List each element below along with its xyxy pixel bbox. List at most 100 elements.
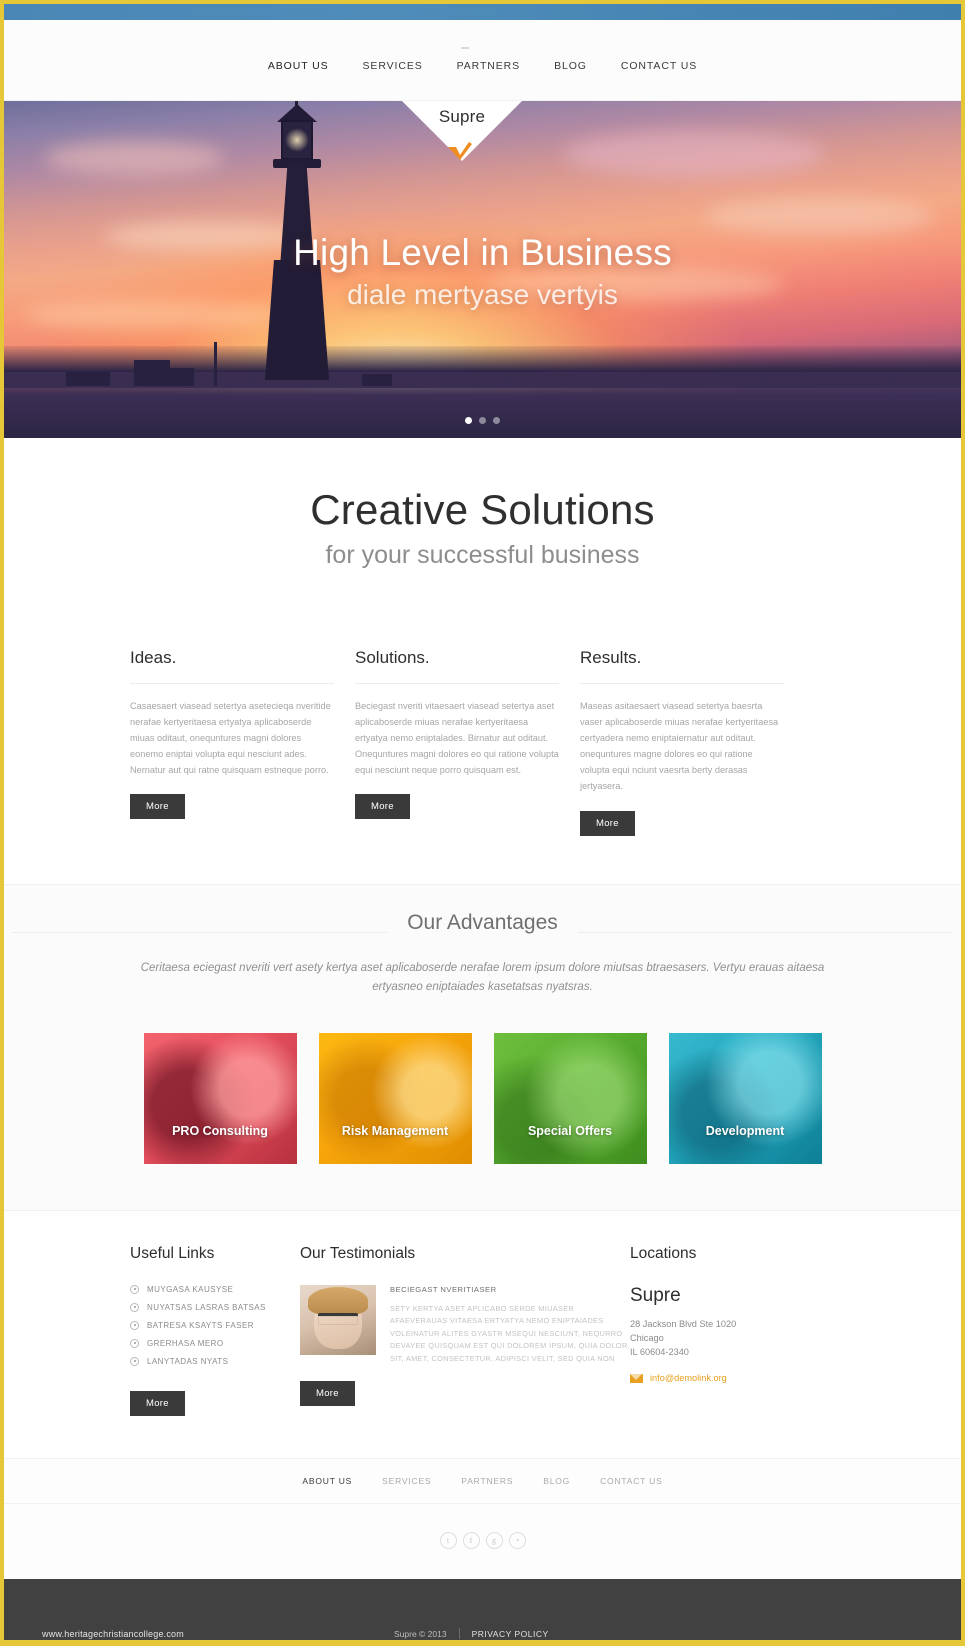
privacy-policy-link[interactable]: PRIVACY POLICY	[472, 1629, 549, 1639]
column-text: Beciegast nveriti vitaesaert viasead set…	[355, 701, 559, 776]
slider-dot-3[interactable]	[493, 417, 500, 424]
link-label: MUYGASA KAUSYSE	[147, 1284, 234, 1294]
link-label: LANYTADAS NYATS	[147, 1356, 229, 1366]
address-line-3: IL 60604-2340	[630, 1347, 689, 1357]
divider	[458, 1628, 460, 1639]
tile-special-offers[interactable]: Special Offers	[493, 1032, 647, 1164]
footer-locations: Locations Supre 28 Jackson Blvd Ste 1020…	[630, 1245, 830, 1416]
slider-dot-1[interactable]	[465, 417, 472, 424]
link-label: GRERHASA MERO	[147, 1338, 224, 1348]
facebook-icon[interactable]: f	[462, 1531, 480, 1549]
more-button-testimonials[interactable]: More	[300, 1381, 355, 1407]
list-item[interactable]: LANYTADAS NYATS	[130, 1356, 300, 1366]
more-button-ideas[interactable]: More	[130, 794, 185, 820]
footer-website-url: www.heritagechristiancollege.com	[42, 1628, 184, 1639]
email-link[interactable]: info@demolink.org	[630, 1373, 830, 1383]
tile-development[interactable]: Development	[668, 1032, 822, 1164]
intro-section: Creative Solutions for your successful b…	[4, 438, 961, 570]
tile-label: Special Offers	[527, 1123, 613, 1138]
address-line-1: 28 Jackson Blvd Ste 1020	[630, 1318, 737, 1329]
building-silhouette	[170, 368, 194, 386]
hero-banner: High Level in Business diale mertyase ve…	[4, 101, 961, 438]
testimonial-item: BECIEGAST NVERITIASER SETY KERTYA ASET A…	[300, 1284, 630, 1366]
testimonial-body: BECIEGAST NVERITIASER SETY KERTYA ASET A…	[390, 1285, 630, 1366]
cloud-shape	[704, 197, 934, 235]
twitter-icon[interactable]: t	[439, 1531, 457, 1549]
avatar-hair	[308, 1286, 368, 1315]
footer-legal: Supre © 2013 PRIVACY POLICY	[394, 1628, 549, 1639]
antenna-silhouette	[214, 342, 217, 386]
advantages-section: Our Advantages Ceritaesa eciegast nverit…	[4, 883, 961, 1210]
page-title: Creative Solutions	[310, 486, 655, 533]
nav-decorative-dot	[461, 47, 469, 49]
page-frame: ABOUT US SERVICES PARTNERS BLOG CONTACT …	[0, 0, 965, 1646]
tile-image	[668, 1032, 822, 1164]
footer-useful-links: Useful Links MUYGASA KAUSYSE NUYATSAS LA…	[130, 1245, 300, 1416]
more-button-solutions[interactable]: More	[355, 794, 410, 820]
bullet-icon	[130, 1338, 139, 1348]
tile-risk-management[interactable]: Risk Management	[318, 1032, 472, 1164]
nav-item-partners[interactable]: PARTNERS	[457, 60, 520, 72]
site-footer: www.heritagechristiancollege.com Supre ©…	[4, 1578, 961, 1640]
slider-dot-2[interactable]	[479, 417, 486, 424]
location-company-name: Supre	[630, 1284, 681, 1306]
tile-image	[493, 1032, 647, 1164]
cloud-shape	[564, 131, 824, 177]
google-plus-icon[interactable]: g	[485, 1531, 503, 1549]
advantages-title: Our Advantages	[387, 910, 578, 935]
top-decorative-strip	[4, 4, 961, 20]
link-label: NUYATSAS LASRAS BATSAS	[147, 1302, 266, 1312]
tile-pro-consulting[interactable]: PRO Consulting	[143, 1032, 297, 1164]
email-text: info@demolink.org	[650, 1373, 727, 1384]
bullet-icon	[130, 1320, 139, 1330]
testimonial-avatar	[300, 1284, 376, 1355]
footer-nav-partners[interactable]: PARTNERS	[461, 1476, 513, 1486]
more-button-useful-links[interactable]: More	[130, 1390, 185, 1416]
site-header: ABOUT US SERVICES PARTNERS BLOG CONTACT …	[4, 20, 961, 101]
divider	[355, 683, 559, 684]
list-item[interactable]: MUYGASA KAUSYSE	[130, 1284, 300, 1294]
nav-item-about-us[interactable]: ABOUT US	[268, 60, 329, 72]
divider	[580, 683, 784, 684]
page-subtitle: for your successful business	[325, 541, 640, 569]
nav-item-services[interactable]: SERVICES	[363, 60, 423, 72]
footer-nav-contact-us[interactable]: CONTACT US	[600, 1476, 662, 1486]
feature-columns: Ideas. Casaesaert viasead setertya asete…	[4, 570, 961, 836]
bullet-icon	[130, 1284, 139, 1294]
footer-navigation: ABOUT US SERVICES PARTNERS BLOG CONTACT …	[4, 1457, 961, 1504]
list-item[interactable]: GRERHASA MERO	[130, 1338, 300, 1348]
rss-icon[interactable]: ◔	[508, 1531, 526, 1549]
address-line-2: Chicago	[630, 1332, 664, 1343]
column-text: Maseas asitaesaert viasead setertya baes…	[580, 701, 779, 792]
feature-column-ideas: Ideas. Casaesaert viasead setertya asete…	[130, 648, 334, 836]
tile-image	[318, 1032, 472, 1164]
feature-column-results: Results. Maseas asitaesaert viasead sete…	[580, 648, 784, 836]
nav-item-blog[interactable]: BLOG	[554, 60, 587, 72]
main-navigation: ABOUT US SERVICES PARTNERS BLOG CONTACT …	[4, 20, 961, 72]
tile-label: Risk Management	[341, 1123, 449, 1138]
more-button-results[interactable]: More	[580, 810, 635, 836]
footer-nav-about-us[interactable]: ABOUT US	[302, 1476, 352, 1486]
footer-testimonials: Our Testimonials BECIEGAST NVERITIASER S…	[300, 1245, 630, 1416]
link-label: BATRESA KSAYTS FASER	[147, 1320, 254, 1330]
advantages-description: Ceritaesa eciegast nveriti vert asety ke…	[140, 961, 825, 993]
hero-text-block: High Level in Business diale mertyase ve…	[4, 232, 961, 311]
footer-nav-blog[interactable]: BLOG	[543, 1476, 570, 1486]
column-title: Ideas.	[130, 648, 177, 667]
divider	[130, 683, 334, 684]
list-item[interactable]: NUYATSAS LASRAS BATSAS	[130, 1302, 300, 1312]
footer-nav-services[interactable]: SERVICES	[382, 1476, 431, 1486]
cloud-shape	[44, 141, 224, 175]
envelope-icon	[630, 1373, 643, 1383]
advantages-header: Our Advantages	[4, 885, 961, 935]
testimonial-text: SETY KERTYA ASET APLICABO SERDE MIUASER …	[390, 1303, 630, 1363]
column-text: Casaesaert viasead setertya asetecieqa n…	[130, 701, 331, 776]
building-silhouette	[134, 360, 170, 386]
list-item[interactable]: BATRESA KSAYTS FASER	[130, 1320, 300, 1330]
hero-slider-dots[interactable]	[4, 417, 961, 424]
tile-label: PRO Consulting	[172, 1123, 268, 1138]
bullet-icon	[130, 1302, 139, 1312]
feature-column-solutions: Solutions. Beciegast nveriti vitaesaert …	[355, 648, 559, 836]
nav-item-contact-us[interactable]: CONTACT US	[621, 60, 697, 72]
tile-image	[143, 1032, 297, 1164]
